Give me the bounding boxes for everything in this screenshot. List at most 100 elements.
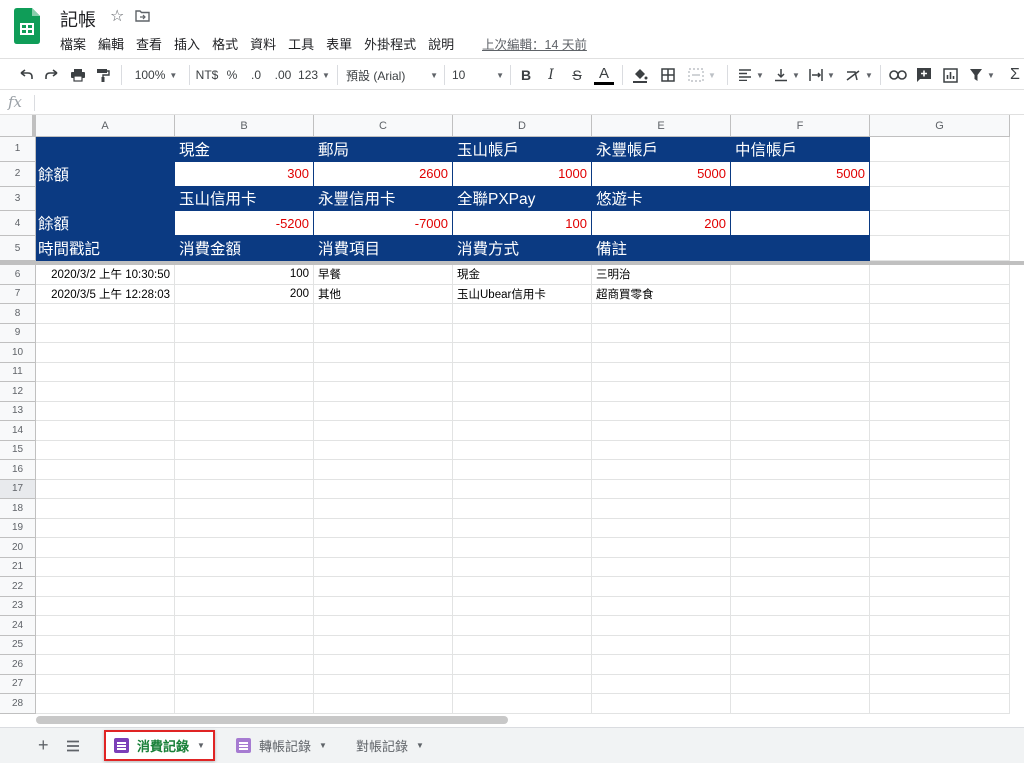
- menu-help[interactable]: 說明: [428, 34, 454, 52]
- chevron-down-icon[interactable]: ▼: [319, 741, 327, 750]
- empty-cell[interactable]: [453, 362, 592, 382]
- empty-cell[interactable]: [314, 440, 453, 460]
- header-cell-a2[interactable]: 餘額: [36, 161, 175, 187]
- empty-cell[interactable]: [731, 596, 870, 616]
- merge-icon[interactable]: ▼: [684, 65, 720, 85]
- empty-cell[interactable]: [731, 694, 870, 714]
- empty-cell[interactable]: [453, 382, 592, 402]
- empty-cell[interactable]: [453, 596, 592, 616]
- empty-cell[interactable]: [731, 421, 870, 441]
- empty-cell[interactable]: [592, 538, 731, 558]
- balance-cell-e4[interactable]: 200: [592, 211, 731, 237]
- empty-cell[interactable]: [870, 674, 1010, 694]
- empty-cell[interactable]: [175, 616, 314, 636]
- header-cell-b3[interactable]: 玉山信用卡: [175, 186, 314, 212]
- rotate-icon[interactable]: ▼: [843, 65, 875, 85]
- empty-cell[interactable]: [175, 382, 314, 402]
- empty-cell[interactable]: [870, 382, 1010, 402]
- row-header-10[interactable]: 10: [0, 343, 36, 363]
- empty-cell[interactable]: [175, 596, 314, 616]
- empty-cell[interactable]: [175, 577, 314, 597]
- currency-format-button[interactable]: NT$: [194, 65, 220, 85]
- empty-cell[interactable]: [314, 421, 453, 441]
- empty-cell[interactable]: [175, 499, 314, 519]
- font-size-select[interactable]: 10 ▼: [452, 65, 504, 85]
- empty-cell[interactable]: [870, 479, 1010, 499]
- row-header-15[interactable]: 15: [0, 440, 36, 460]
- menu-tools[interactable]: 工具: [288, 34, 314, 52]
- empty-cell[interactable]: [175, 655, 314, 675]
- row-header-7[interactable]: 7: [0, 284, 36, 304]
- row-header-4[interactable]: 4: [0, 211, 36, 237]
- method-cell[interactable]: 玉山Ubear信用卡: [453, 284, 592, 304]
- row-header-26[interactable]: 26: [0, 655, 36, 675]
- timestamp-cell[interactable]: 2020/3/2 上午 10:30:50: [36, 265, 175, 285]
- row-header-2[interactable]: 2: [0, 161, 36, 187]
- empty-cell[interactable]: [731, 284, 870, 304]
- balance-cell-f4[interactable]: [731, 211, 870, 237]
- paint-format-icon[interactable]: [93, 65, 113, 85]
- empty-cell[interactable]: [731, 460, 870, 480]
- row-header-11[interactable]: 11: [0, 362, 36, 382]
- more-formats-select[interactable]: 123 ▼: [298, 65, 330, 85]
- cell-g1[interactable]: [870, 137, 1010, 162]
- empty-cell[interactable]: [592, 577, 731, 597]
- empty-cell[interactable]: [592, 596, 731, 616]
- row-header-24[interactable]: 24: [0, 616, 36, 636]
- balance-cell-d4[interactable]: 100: [453, 211, 592, 237]
- empty-cell[interactable]: [36, 304, 175, 324]
- timestamp-cell[interactable]: 2020/3/5 上午 12:28:03: [36, 284, 175, 304]
- empty-cell[interactable]: [453, 674, 592, 694]
- align-icon[interactable]: ▼: [736, 65, 766, 85]
- empty-cell[interactable]: [870, 343, 1010, 363]
- empty-cell[interactable]: [175, 635, 314, 655]
- empty-cell[interactable]: [314, 460, 453, 480]
- percent-format-button[interactable]: %: [224, 65, 240, 85]
- balance-cell-f2[interactable]: 5000: [731, 161, 870, 187]
- empty-cell[interactable]: [175, 362, 314, 382]
- empty-cell[interactable]: [453, 499, 592, 519]
- empty-cell[interactable]: [870, 557, 1010, 577]
- empty-cell[interactable]: [592, 362, 731, 382]
- empty-cell[interactable]: [870, 460, 1010, 480]
- empty-cell[interactable]: [36, 499, 175, 519]
- empty-cell[interactable]: [870, 401, 1010, 421]
- empty-cell[interactable]: [175, 538, 314, 558]
- row-header-25[interactable]: 25: [0, 635, 36, 655]
- empty-cell[interactable]: [36, 440, 175, 460]
- empty-cell[interactable]: [314, 538, 453, 558]
- header-cell-b5[interactable]: 消費金額: [175, 236, 314, 261]
- empty-cell[interactable]: [870, 440, 1010, 460]
- empty-cell[interactable]: [36, 323, 175, 343]
- empty-cell[interactable]: [870, 304, 1010, 324]
- row-header-19[interactable]: 19: [0, 518, 36, 538]
- header-cell-e3[interactable]: 悠遊卡: [592, 186, 731, 212]
- empty-cell[interactable]: [592, 401, 731, 421]
- menu-file[interactable]: 檔案: [60, 34, 86, 52]
- empty-cell[interactable]: [592, 616, 731, 636]
- empty-cell[interactable]: [731, 265, 870, 285]
- empty-cell[interactable]: [870, 421, 1010, 441]
- balance-cell-b2[interactable]: 300: [175, 161, 314, 187]
- empty-cell[interactable]: [870, 499, 1010, 519]
- empty-cell[interactable]: [592, 343, 731, 363]
- horizontal-scrollbar[interactable]: [36, 716, 508, 724]
- empty-cell[interactable]: [731, 499, 870, 519]
- empty-cell[interactable]: [314, 479, 453, 499]
- text-color-button[interactable]: A: [594, 65, 614, 85]
- empty-cell[interactable]: [453, 421, 592, 441]
- menu-insert[interactable]: 插入: [174, 34, 200, 52]
- empty-cell[interactable]: [731, 518, 870, 538]
- sheets-logo-icon[interactable]: [14, 8, 40, 44]
- empty-cell[interactable]: [453, 323, 592, 343]
- cell-g3[interactable]: [870, 186, 1010, 212]
- empty-cell[interactable]: [592, 499, 731, 519]
- empty-cell[interactable]: [592, 674, 731, 694]
- empty-cell[interactable]: [175, 518, 314, 538]
- row-header-5[interactable]: 5: [0, 236, 36, 261]
- empty-cell[interactable]: [453, 694, 592, 714]
- row-header-14[interactable]: 14: [0, 421, 36, 441]
- balance-cell-c2[interactable]: 2600: [314, 161, 453, 187]
- row-header-28[interactable]: 28: [0, 694, 36, 714]
- empty-cell[interactable]: [314, 557, 453, 577]
